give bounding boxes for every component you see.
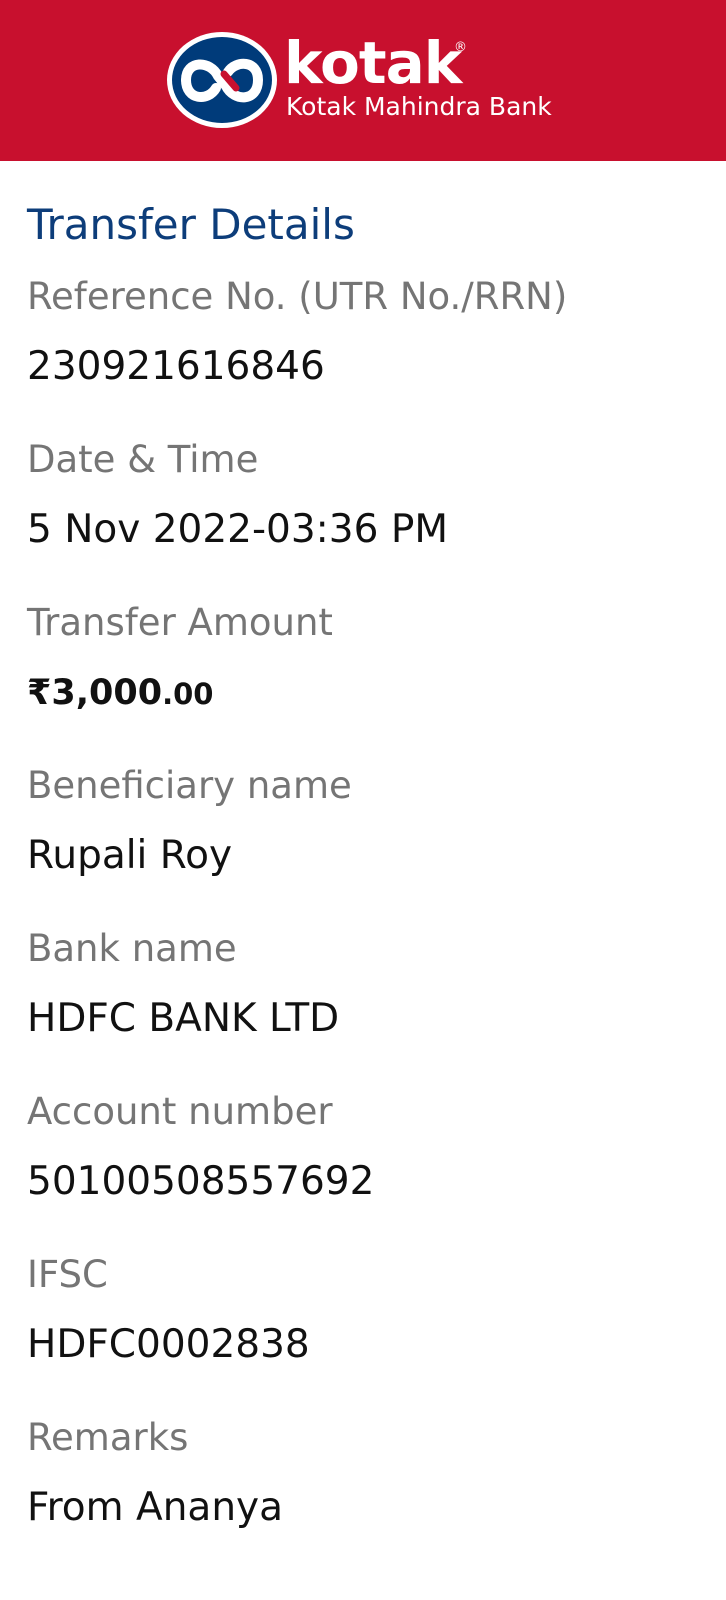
app-header: kotak ® Kotak Mahindra Bank — [0, 0, 726, 161]
amount-label: Transfer Amount — [27, 601, 333, 644]
beneficiary-value: Rupali Roy — [27, 833, 233, 878]
account-number-label: Account number — [27, 1090, 333, 1133]
datetime-label: Date & Time — [27, 438, 259, 481]
page-title: Transfer Details — [27, 200, 355, 249]
bank-name-value: HDFC BANK LTD — [27, 996, 340, 1041]
amount-value: ₹3,000.00 — [27, 668, 707, 718]
ifsc-label: IFSC — [27, 1253, 108, 1296]
bank-name-label: Bank name — [27, 927, 237, 970]
reference-label: Reference No. (UTR No./RRN) — [27, 275, 568, 318]
brand-name: kotak — [284, 29, 462, 97]
beneficiary-label: Beneficiary name — [27, 764, 352, 807]
ifsc-value: HDFC0002838 — [27, 1322, 310, 1367]
reference-value: 230921616846 — [27, 344, 325, 389]
kotak-logo-icon — [167, 32, 277, 128]
amount-decimal: .00 — [162, 677, 214, 711]
remarks-value: From Ananya — [27, 1485, 284, 1530]
brand-fullname: Kotak Mahindra Bank — [286, 92, 552, 121]
amount-main: ₹3,000 — [27, 673, 163, 713]
remarks-label: Remarks — [27, 1416, 189, 1459]
registered-mark: ® — [454, 40, 467, 55]
transfer-details-panel: Transfer Details Reference No. (UTR No./… — [27, 200, 707, 1576]
account-number-value: 50100508557692 — [27, 1159, 375, 1204]
datetime-value: 5 Nov 2022-03:36 PM — [27, 507, 449, 552]
brand-block: kotak ® Kotak Mahindra Bank — [284, 28, 552, 121]
